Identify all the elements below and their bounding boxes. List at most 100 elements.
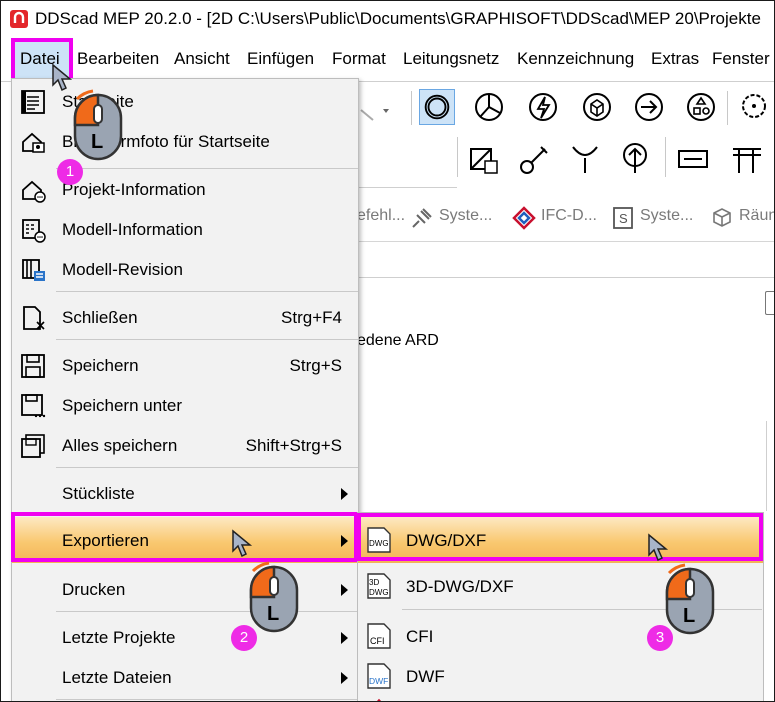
step-badge-1: 1: [57, 159, 83, 185]
menu-separator: [56, 291, 358, 292]
partial-file-icon: [376, 698, 382, 701]
submenu-arrow-icon: [341, 488, 348, 500]
menu-item-alles-speichern[interactable]: Alles speichern Shift+Strg+S: [12, 425, 358, 465]
menu-item-label: Schließen: [62, 308, 138, 327]
step-badge-3: 3: [647, 625, 673, 651]
menu-item-label: Drucken: [62, 580, 126, 599]
3d-dwg-file-icon: 3DDWG: [367, 573, 391, 599]
zoom-icon[interactable]: [737, 89, 773, 125]
menu-item-drucken[interactable]: Drucken: [12, 569, 358, 609]
window-title: DDScad MEP 20.2.0 - [2D C:\Users\Public\…: [35, 9, 761, 28]
svg-text:DWG: DWG: [369, 588, 389, 597]
menu-item-label: Alles speichern: [62, 436, 178, 455]
menu-item-letzte-dateien[interactable]: Letzte Dateien: [12, 657, 358, 697]
panel-handle[interactable]: [765, 291, 774, 315]
menu-item-shortcut: Shift+Strg+S: [245, 436, 342, 455]
redo-arrow-icon[interactable]: [357, 90, 393, 126]
menu-item-label: Stückliste: [62, 484, 135, 503]
tab-ifc-daten[interactable]: IFC-D...: [541, 207, 597, 225]
system-s-icon: S: [613, 207, 633, 229]
menu-item-modell-information[interactable]: Modell-Information: [12, 209, 358, 249]
menu-item-letzte-projekte[interactable]: Letzte Projekte: [12, 617, 358, 657]
menu-einfuegen[interactable]: Einfügen: [247, 49, 314, 69]
menu-item-speichern[interactable]: Speichern Strg+S: [12, 345, 358, 385]
toolbar-separator: [665, 137, 666, 177]
toolbar-separator: [457, 137, 458, 177]
toolbar-separator: [727, 91, 728, 125]
project-info-icon: [22, 180, 46, 203]
model-info-icon: [22, 219, 46, 243]
dwg-file-icon: DWG: [367, 527, 391, 553]
mouse-letter: L: [91, 131, 104, 153]
menu-item-label: Speichern: [62, 356, 139, 375]
submenu-item-label: CFI: [406, 627, 434, 646]
dwf-file-icon: DWF: [367, 663, 391, 689]
column-icon[interactable]: [729, 141, 765, 177]
save-as-icon: [21, 394, 46, 418]
submenu-item-label: DWF: [406, 667, 445, 686]
cfi-icon-text: CFI: [370, 636, 385, 646]
tab-system-1[interactable]: Syste...: [439, 207, 492, 225]
tab-raeume[interactable]: Räun: [739, 207, 774, 225]
submenu-arrow-icon: [341, 584, 348, 596]
submenu-arrow-icon: [341, 632, 348, 644]
model-revision-icon: [22, 259, 45, 281]
menu-extras[interactable]: Extras: [651, 49, 699, 69]
svg-text:3D: 3D: [369, 578, 379, 587]
menu-separator: [56, 467, 358, 468]
circle-tool-icon[interactable]: [419, 89, 455, 125]
menu-item-modell-revision[interactable]: Modell-Revision: [12, 249, 358, 289]
left-click-mouse-icon: L: [69, 89, 129, 161]
toolbar-divider: [357, 187, 457, 188]
menu-item-label: Letzte Projekte: [62, 628, 176, 647]
menu-item-label: Modell-Revision: [62, 260, 183, 279]
menu-ansicht[interactable]: Ansicht: [174, 49, 230, 69]
menu-item-exportieren[interactable]: Exportieren: [12, 517, 358, 563]
submenu-item-label: DWG/DXF: [406, 531, 487, 550]
mouse-letter: L: [683, 605, 696, 627]
menu-separator: [56, 699, 358, 700]
menu-bearbeiten[interactable]: Bearbeiten: [77, 49, 159, 69]
menu-bar: Datei Bearbeiten Ansicht Einfügen Format…: [1, 39, 774, 77]
switch-icon[interactable]: [517, 141, 553, 177]
menu-item-schliessen[interactable]: Schließen Strg+F4: [12, 297, 358, 337]
cube-icon[interactable]: [579, 89, 615, 125]
screenshot-house-icon: [22, 132, 45, 153]
arrow-right-circle-icon[interactable]: [631, 89, 667, 125]
step-badge-2: 2: [231, 625, 257, 651]
menu-separator: [56, 611, 358, 612]
panel-edge: [766, 421, 767, 511]
menu-separator: [56, 339, 358, 340]
upload-circle-icon[interactable]: [617, 141, 653, 177]
menu-item-stueckliste[interactable]: Stückliste: [12, 473, 358, 513]
submenu-item-dwg-dxf[interactable]: DWG DWG/DXF: [358, 517, 763, 563]
submenu-item-dwf[interactable]: DWF DWF: [358, 653, 763, 699]
device-info-icon[interactable]: [465, 141, 501, 177]
pie-chart-icon[interactable]: [471, 89, 507, 125]
left-click-mouse-icon: L: [661, 563, 721, 635]
close-document-icon: [23, 306, 45, 330]
menu-item-bildschirmfoto[interactable]: Bildschirmfoto für Startseite: [12, 121, 358, 161]
shapes-icon[interactable]: [683, 89, 719, 125]
submenu-arrow-icon: [341, 672, 348, 684]
menu-leitungsnetz[interactable]: Leitungsnetz: [403, 49, 499, 69]
menu-format[interactable]: Format: [332, 49, 386, 69]
mouse-pointer-icon: [232, 529, 253, 558]
menu-kennzeichnung[interactable]: Kennzeichnung: [517, 49, 634, 69]
plug-icon: [412, 208, 432, 228]
cfi-file-icon: CFI: [367, 623, 391, 649]
dwg-icon-text: DWG: [369, 539, 389, 548]
svg-text:S: S: [619, 211, 628, 226]
panel-divider: [357, 277, 774, 278]
menu-item-speichern-unter[interactable]: Speichern unter: [12, 385, 358, 425]
toolbar-row-2: [357, 133, 774, 183]
fork-icon[interactable]: [567, 141, 603, 177]
tab-system-2[interactable]: Syste...: [640, 207, 693, 225]
menu-item-label: Modell-Information: [62, 220, 203, 239]
tab-befehle[interactable]: efehl...: [357, 207, 405, 225]
menu-item-label: Exportieren: [62, 531, 149, 550]
menu-item-shortcut: Strg+F4: [281, 308, 342, 327]
menu-fenster[interactable]: Fenster: [712, 49, 770, 69]
dimension-icon[interactable]: [675, 141, 711, 177]
lightning-icon[interactable]: [525, 89, 561, 125]
